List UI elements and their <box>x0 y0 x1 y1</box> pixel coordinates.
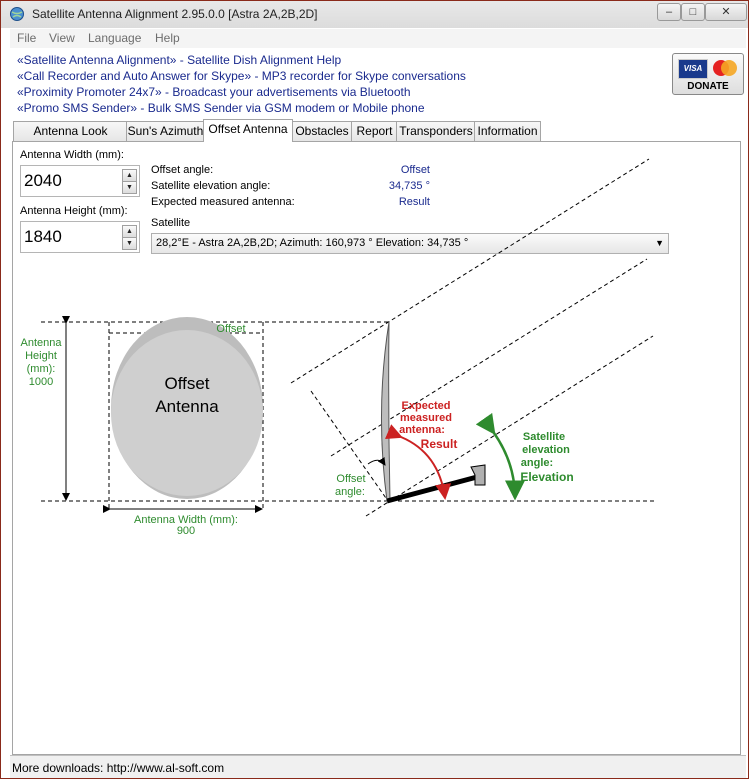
app-window: Satellite Antenna Alignment 2.95.0.0 [As… <box>0 0 749 779</box>
antenna-title-line-2: Antenna <box>155 397 219 416</box>
tab-offset-antenna[interactable]: Offset Antenna <box>203 119 293 142</box>
satellite-label-line-2: elevation <box>522 444 570 456</box>
expected-label-line-3: antenna: <box>399 424 445 436</box>
antenna-title-line-1: Offset <box>164 374 209 393</box>
offset-angle-label-line-1: Offset <box>336 473 365 485</box>
offset-angle-label-line-2: angle: <box>335 486 365 498</box>
lnb-arm-shape <box>386 474 478 504</box>
dish-profile-shape <box>380 321 391 502</box>
height-label-line-2: Height <box>25 350 57 362</box>
elevation-angle-arc <box>475 412 525 501</box>
height-label-line-1: Antenna <box>21 337 63 349</box>
height-label-line-3: (mm): <box>27 363 56 375</box>
offset-top-label: Offset <box>216 323 245 335</box>
offset-antenna-diagram: Offset Antenna Offset Antenna Height (mm… <box>21 158 656 537</box>
expected-result-label: Result <box>421 437 458 451</box>
status-bar: More downloads: http://www.al-soft.com <box>10 755 746 778</box>
satellite-label-line-1: Satellite <box>523 431 565 443</box>
status-text[interactable]: More downloads: http://www.al-soft.com <box>12 761 224 775</box>
expected-label-line-2: measured <box>400 412 452 424</box>
height-value-label: 1000 <box>29 376 53 388</box>
width-value-label: 900 <box>177 525 195 537</box>
satellite-label-line-3: angle: <box>521 457 553 469</box>
elevation-value-label: Elevation <box>520 470 573 484</box>
lnb-shape <box>470 464 486 486</box>
expected-label-line-1: Expected <box>402 400 451 412</box>
